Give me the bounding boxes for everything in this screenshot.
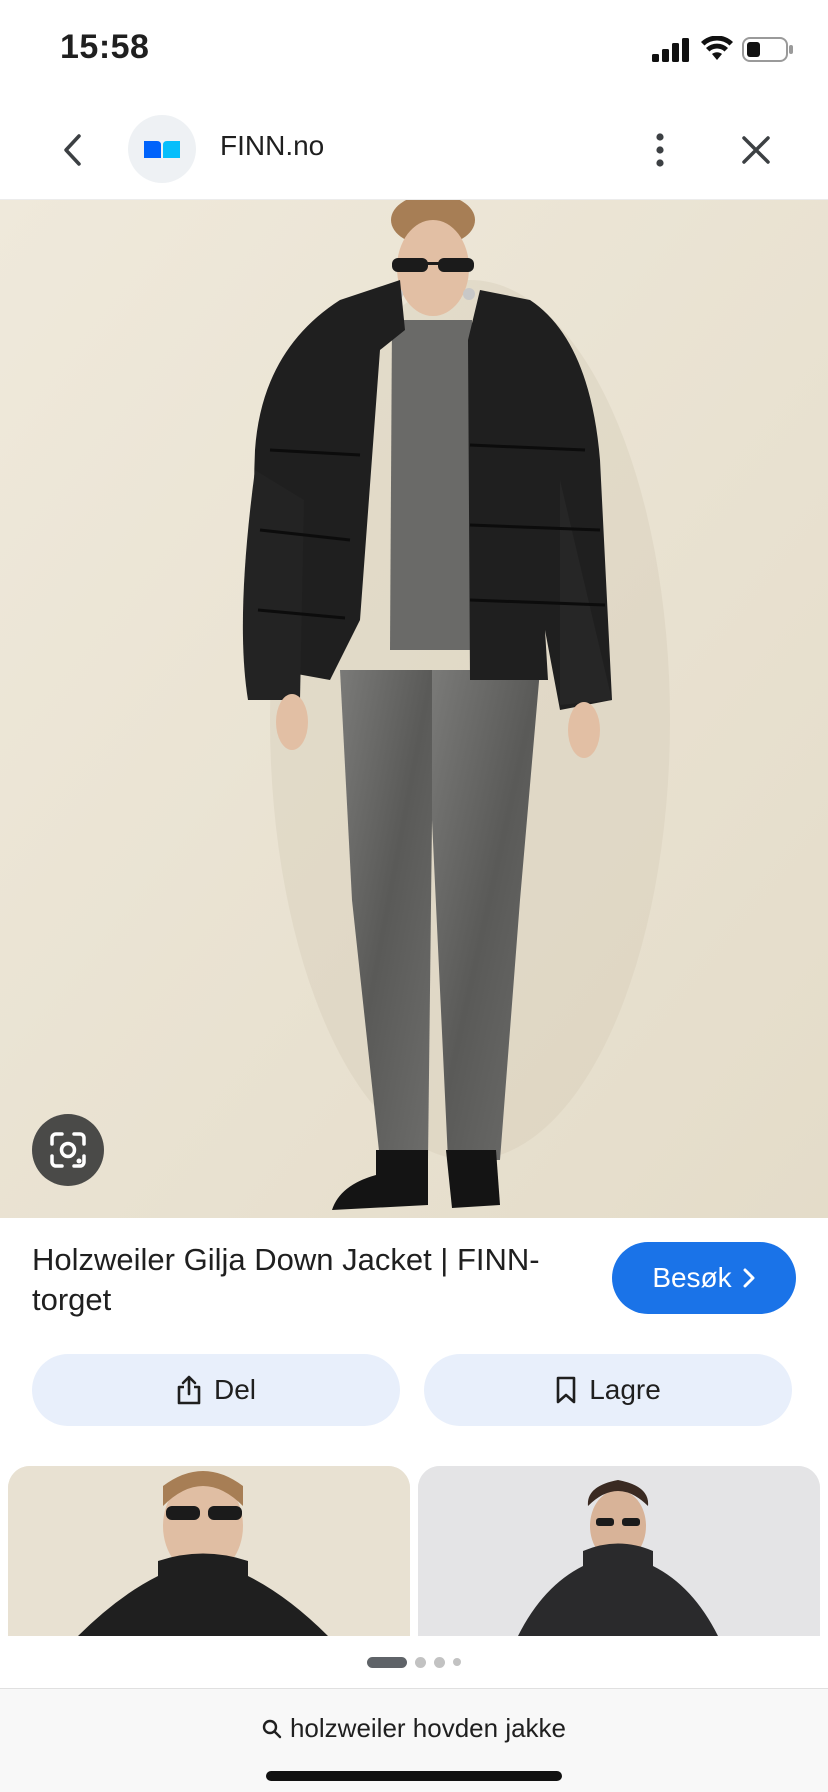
pager-dot (415, 1656, 426, 1668)
pager-dot-active (367, 1656, 407, 1668)
finn-logo-icon (144, 141, 180, 158)
site-favicon (128, 115, 196, 183)
wifi-icon (701, 36, 733, 60)
google-lens-button[interactable] (32, 1114, 104, 1186)
bottom-search-bar: holzweiler hovden jakke (0, 1688, 828, 1792)
save-button[interactable]: Lagre (424, 1354, 792, 1426)
battery-icon (742, 37, 793, 62)
back-button[interactable] (50, 128, 94, 172)
visit-label: Besøk (652, 1262, 732, 1293)
home-indicator[interactable] (266, 1771, 562, 1781)
status-time: 15:58 (60, 28, 150, 66)
more-vertical-icon (656, 133, 664, 167)
related-image-1[interactable] (8, 1466, 410, 1636)
share-button[interactable]: Del (32, 1354, 400, 1426)
carousel-pager (0, 1652, 828, 1672)
page: 15:58 FINN.no Holzweiler Gilja Down Jack… (0, 0, 828, 1792)
pager-dot (434, 1656, 445, 1668)
chevron-right-icon (743, 1268, 755, 1288)
pager-dot (453, 1658, 461, 1666)
model-photo (0, 200, 828, 1218)
related-image-2[interactable] (418, 1466, 820, 1636)
bookmark-icon (556, 1376, 576, 1404)
google-lens-icon (50, 1132, 86, 1168)
search-icon (262, 1719, 282, 1738)
search-query-button[interactable]: holzweiler hovden jakke (0, 1713, 828, 1744)
related-photo-2 (418, 1466, 820, 1636)
share-icon (177, 1375, 201, 1405)
related-photo-1 (8, 1466, 410, 1636)
chevron-left-icon (64, 134, 81, 166)
status-bar: 15:58 (0, 0, 828, 100)
site-name: FINN.no (220, 130, 325, 161)
share-label: Del (213, 1374, 256, 1405)
search-query-text: holzweiler hovden jakke (289, 1713, 567, 1743)
close-icon (742, 136, 770, 164)
more-options-button[interactable] (640, 128, 680, 172)
cellular-signal-icon (652, 38, 689, 62)
product-image[interactable] (0, 200, 828, 1218)
close-button[interactable] (734, 128, 778, 172)
result-title[interactable]: Holzweiler Gilja Down Jacket | FINN-torg… (32, 1240, 552, 1320)
save-label: Lagre (589, 1374, 661, 1405)
browser-header: FINN.no (0, 100, 828, 200)
visit-button[interactable]: Besøk (612, 1242, 796, 1314)
